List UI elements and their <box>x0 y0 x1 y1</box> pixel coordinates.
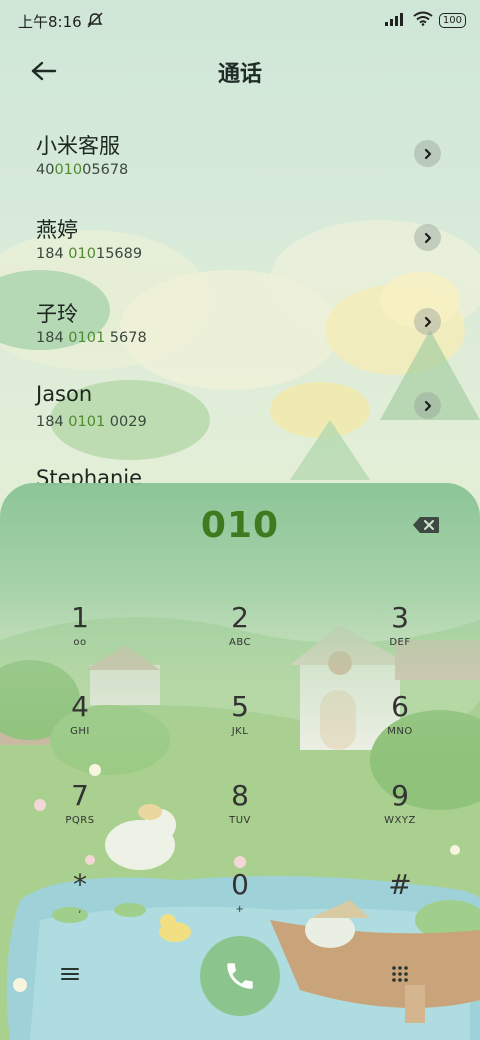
key-8[interactable]: 8 TUV <box>180 780 300 860</box>
key-7[interactable]: 7 PQRS <box>20 780 140 860</box>
status-time: 上午8:16 <box>18 13 82 31</box>
key-4[interactable]: 4 GHI <box>20 691 140 771</box>
list-item[interactable]: 燕婷 184 01015689 <box>0 196 480 280</box>
wifi-icon <box>413 11 433 30</box>
signal-icon <box>384 11 407 30</box>
chevron-right-icon <box>424 400 431 411</box>
key-9[interactable]: 9 WXYZ <box>340 780 460 860</box>
menu-button[interactable] <box>60 966 96 994</box>
phone-icon <box>227 963 253 989</box>
contact-details-button[interactable] <box>414 140 441 167</box>
backspace-icon <box>413 517 439 533</box>
contact-details-button[interactable] <box>414 308 441 335</box>
dialpad-toggle-button[interactable] <box>390 964 418 992</box>
key-5[interactable]: 5 JKL <box>180 691 300 771</box>
battery-icon: 100 <box>438 13 466 28</box>
list-item[interactable]: 小米客服 4001005678 <box>0 112 480 196</box>
contact-name: 子玲 <box>36 302 78 326</box>
key-1[interactable]: 1 oo <box>20 602 140 682</box>
list-item[interactable]: Stephanie <box>0 448 480 488</box>
contact-number: 4001005678 <box>36 162 129 178</box>
list-item[interactable]: 子玲 184 0101 5678 <box>0 280 480 364</box>
key-6[interactable]: 6 MNO <box>340 691 460 771</box>
backspace-button[interactable] <box>412 516 440 538</box>
contact-name: Jason <box>36 382 93 406</box>
key-3[interactable]: 3 DEF <box>340 602 460 682</box>
page-header: 通话 <box>0 40 480 100</box>
chevron-right-icon <box>424 232 431 243</box>
dialed-number: 010 <box>200 505 280 546</box>
chevron-right-icon <box>424 316 431 327</box>
contact-number: 184 01015689 <box>36 246 143 262</box>
contact-number: 184 0101 5678 <box>36 330 147 346</box>
notification-muted-icon <box>86 12 104 32</box>
menu-icon <box>61 968 79 980</box>
call-button[interactable] <box>200 936 280 1016</box>
status-bar: 上午8:16 100 <box>0 0 480 40</box>
dialpad-icon <box>392 966 408 982</box>
page-title: 通话 <box>217 62 262 87</box>
dialer-actions <box>0 930 480 1030</box>
list-item[interactable]: Jason 184 0101 0029 <box>0 364 480 448</box>
chevron-right-icon <box>424 148 431 159</box>
key-2[interactable]: 2 ABC <box>180 602 300 682</box>
contact-results-list: 小米客服 4001005678 燕婷 184 01015689 子玲 184 0… <box>0 112 480 488</box>
contact-number: 184 0101 0029 <box>36 414 147 430</box>
contact-name: 燕婷 <box>36 218 78 242</box>
contact-name: 小米客服 <box>36 134 120 158</box>
contact-details-button[interactable] <box>414 224 441 251</box>
voicemail-icon: oo <box>73 637 87 648</box>
contact-details-button[interactable] <box>414 392 441 419</box>
